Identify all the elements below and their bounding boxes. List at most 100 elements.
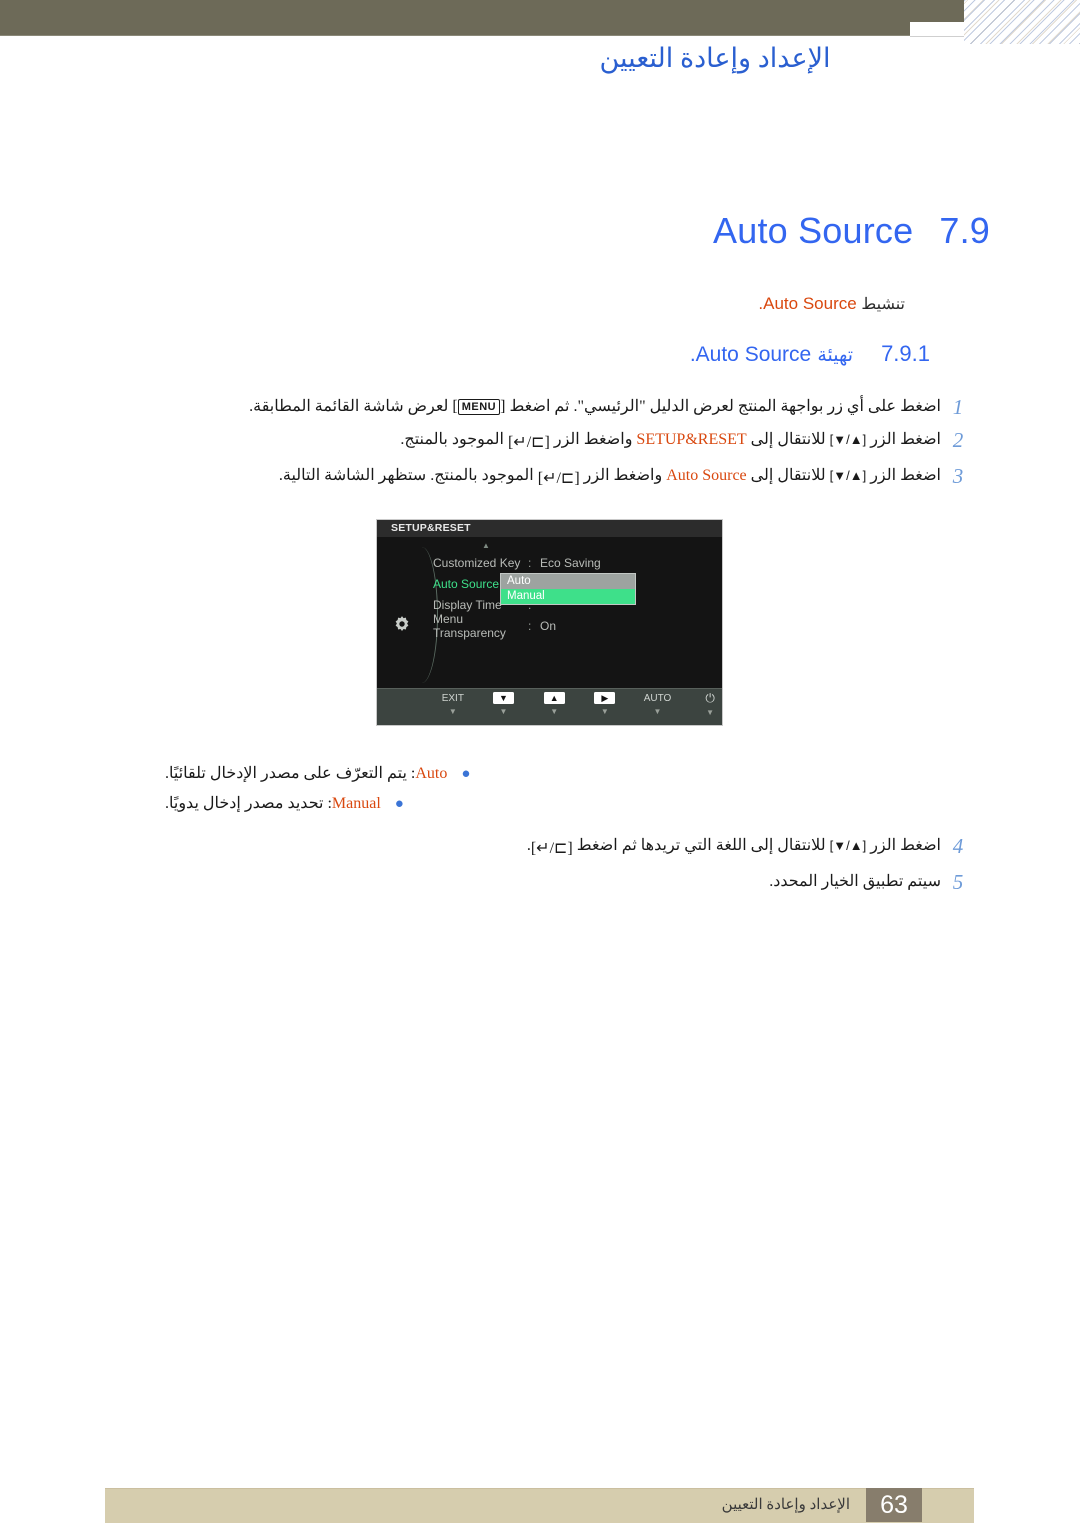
osd-key-caret-icon: ▼	[550, 707, 559, 716]
enter-return-button-icon: [⊐/↵]	[537, 470, 580, 487]
subsection-name: Auto Source	[695, 343, 812, 366]
osd-button-bar: EXIT ▼ ▼ ▼ ▲ ▼ ▶ ▼ AUTO ▼ ⏻ ▼	[377, 688, 722, 725]
option-bullet: ● Manual: تحديد مصدر إدخال يدويًا.	[165, 793, 905, 813]
step-text-fragment: واضغط الزر	[579, 467, 667, 484]
osd-hardware-key[interactable]: ▶ ▼	[593, 692, 617, 717]
osd-key-label: AUTO	[643, 693, 672, 704]
osd-key-caret-icon: ▼	[706, 708, 715, 717]
step-text: اضغط الزر [▲/▼] للانتقال إلى Auto Source…	[185, 465, 941, 490]
step-text: اضغط الزر [▲/▼] للانتقال إلى اللغة التي …	[185, 835, 941, 860]
step-number: 1	[952, 395, 964, 419]
osd-hardware-key[interactable]: ⏻ ▼	[698, 692, 722, 718]
option-bullet-list: ● Auto: يتم التعرّف على مصدر الإدخال تلقا…	[165, 763, 905, 823]
step-text-fragment: اضغط الزر	[866, 837, 941, 854]
step-text: سيتم تطبيق الخيار المحدد.	[185, 871, 941, 893]
instruction-step: 3 اضغط الزر [▲/▼] للانتقال إلى Auto Sourc…	[185, 465, 975, 490]
osd-menu-item[interactable]: Menu Transparency: On	[433, 612, 713, 640]
bullet-keyword: Auto	[415, 765, 448, 782]
osd-body: ▲ Customized Key:Eco SavingAuto Source:D…	[377, 537, 722, 689]
footer-page-number: 63	[866, 1488, 922, 1522]
chapter-number: 7.9	[939, 210, 990, 251]
osd-screenshot: SETUP&RESET ▲ Customized Key: Eco Saving A…	[376, 519, 723, 726]
osd-item-value: Eco Saving	[540, 555, 601, 570]
osd-key-caret-icon: ▼	[600, 707, 609, 716]
step-number: 5	[952, 870, 964, 894]
instruction-step: 4 اضغط الزر [▲/▼] للانتقال إلى اللغة التي…	[185, 835, 975, 860]
instruction-step: 1 اضغط على أي زر بواجهة المنتج لعرض الدلي…	[185, 396, 975, 418]
osd-item-label: Menu Transparency	[433, 611, 506, 640]
osd-title-bar: SETUP&RESET	[377, 520, 722, 537]
step-text-fragment: الموجود بالمنتج. ستظهر الشاشة التالية.	[278, 467, 538, 484]
step-text: اضغط الزر [▲/▼] للانتقال إلى SETUP&RESET…	[185, 429, 941, 454]
bullet-keyword: Manual	[331, 795, 381, 812]
keycap-wrapper: [MENU]	[452, 398, 506, 415]
option-bullet: ● Auto: يتم التعرّف على مصدر الإدخال تلقا…	[165, 763, 905, 783]
instruction-step: 5 سيتم تطبيق الخيار المحدد.	[185, 871, 975, 893]
osd-key-label: EXIT	[441, 693, 464, 704]
osd-key-glyph-boxed: ▲	[543, 692, 565, 704]
step-text-fragment: للانتقال إلى	[746, 467, 830, 484]
osd-item-colon: :	[528, 555, 532, 570]
step-number: 2	[952, 428, 964, 452]
osd-key-glyph-boxed: ▶	[594, 692, 616, 704]
step-text-fragment: للانتقال إلى اللغة التي تريدها ثم اضغط	[572, 837, 830, 854]
step-number: 3	[952, 464, 964, 488]
instruction-steps-second: 4 اضغط الزر [▲/▼] للانتقال إلى اللغة التي…	[185, 835, 975, 904]
step-text-fragment: للانتقال إلى	[746, 431, 830, 448]
osd-item-label: Customized Key	[433, 555, 521, 570]
bullet-body: Manual: تحديد مصدر إدخال يدويًا.	[165, 793, 381, 813]
footer-chapter-label: الإعداد وإعادة التعيين	[721, 1497, 850, 1513]
highlighted-keyword: SETUP&RESET	[636, 431, 747, 448]
step-text: اضغط على أي زر بواجهة المنتج لعرض الدليل…	[185, 396, 941, 418]
up-down-arrow-keys-icon: [▲/▼]	[829, 468, 868, 483]
up-down-arrow-keys-icon: [▲/▼]	[829, 432, 868, 447]
enter-return-button-icon: [⊐/↵]	[530, 840, 573, 857]
instruction-step: 2 اضغط الزر [▲/▼] للانتقال إلى SETUP&RESE…	[185, 429, 975, 454]
osd-key-caret-icon: ▼	[653, 707, 662, 716]
gear-icon	[395, 616, 409, 631]
step-text-fragment: اضغط الزر	[866, 431, 941, 448]
step-text-fragment: لعرض شاشة القائمة المطابقة.	[249, 398, 453, 415]
activate-keyword: Auto Source	[763, 294, 857, 313]
up-down-arrow-keys-icon: [▲/▼]	[829, 838, 868, 853]
bullet-dot-icon: ●	[394, 796, 404, 812]
osd-key-caret-icon: ▼	[448, 707, 457, 716]
step-text-fragment: اضغط الزر	[866, 467, 941, 484]
step-text-fragment: اضغط على أي زر بواجهة المنتج لعرض الدليل…	[505, 398, 941, 415]
osd-option-auto[interactable]: Auto	[501, 574, 635, 589]
osd-key-row: EXIT ▼ ▼ ▼ ▲ ▼ ▶ ▼ AUTO ▼ ⏻ ▼	[377, 689, 722, 718]
osd-value-popup[interactable]: Auto Manual	[500, 573, 636, 605]
step-number: 4	[952, 834, 964, 858]
bullet-dot-icon: ●	[461, 766, 471, 782]
osd-hardware-key[interactable]: EXIT ▼	[441, 692, 465, 717]
instruction-steps-first: 1 اضغط على أي زر بواجهة المنتج لعرض الدلي…	[185, 396, 975, 501]
osd-scroll-up-icon: ▲	[482, 541, 490, 550]
activate-arabic: تنشيط	[861, 296, 905, 313]
subsection-arabic: تهيئة	[817, 345, 854, 366]
osd-hardware-key[interactable]: ▲ ▼	[542, 692, 566, 717]
bullet-text: : يتم التعرّف على مصدر الإدخال تلقائيًا.	[165, 765, 416, 782]
chapter-heading: 7.9 Auto Source	[713, 210, 990, 252]
osd-key-glyph-boxed: ▼	[493, 692, 514, 704]
chapter-name: Auto Source	[713, 210, 914, 251]
power-icon: ⏻	[705, 691, 715, 705]
subsection-heading: 7.9.1 تهيئة Auto Source.	[690, 341, 930, 367]
step-text-fragment: الموجود بالمنتج.	[400, 431, 508, 448]
highlighted-keyword: Auto Source	[666, 467, 747, 484]
step-text-fragment: واضغط الزر	[549, 431, 637, 448]
menu-keycap-icon: MENU	[457, 399, 501, 415]
osd-hardware-key[interactable]: AUTO ▼	[644, 692, 672, 717]
osd-menu-item[interactable]: Customized Key: Eco Saving	[433, 552, 713, 573]
osd-item-value: On	[540, 618, 557, 633]
osd-hardware-key[interactable]: ▼ ▼	[492, 692, 516, 717]
bullet-body: Auto: يتم التعرّف على مصدر الإدخال تلقائ…	[165, 763, 447, 783]
subsection-number: 7.9.1	[881, 341, 930, 366]
osd-key-caret-icon: ▼	[499, 707, 508, 716]
osd-item-colon: :	[528, 618, 532, 633]
enter-return-button-icon: [⊐/↵]	[507, 434, 550, 451]
activate-line: تنشيط Auto Source.	[758, 294, 905, 314]
page-content: 7.9 Auto Source تنشيط Auto Source. 7.9.1…	[0, 0, 1080, 1460]
osd-option-manual[interactable]: Manual	[501, 589, 635, 604]
step-text-fragment: سيتم تطبيق الخيار المحدد.	[769, 873, 941, 890]
bullet-text: : تحديد مصدر إدخال يدويًا.	[165, 795, 332, 812]
